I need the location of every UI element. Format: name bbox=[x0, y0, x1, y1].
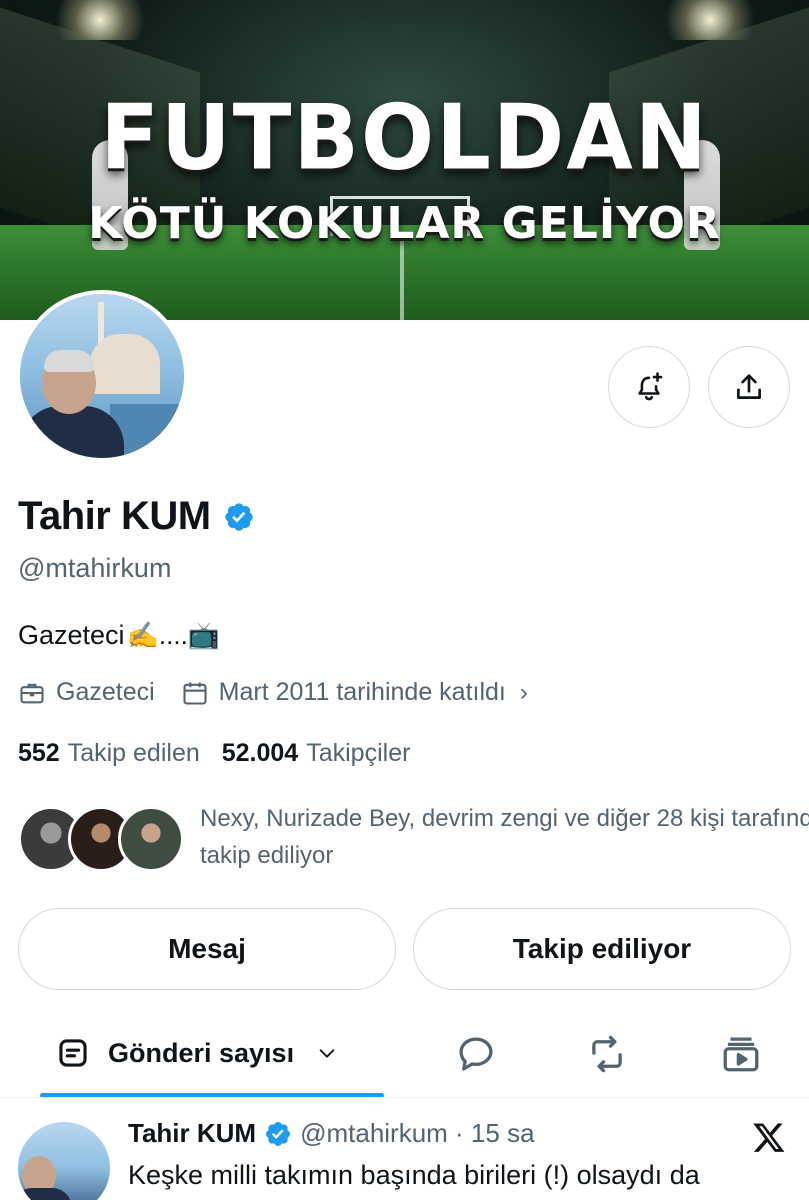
joined-date[interactable]: Mart 2011 tarihinde katıldı bbox=[219, 678, 506, 707]
bio-text: Gazeteci bbox=[18, 620, 125, 650]
followers-label: Takipçiler bbox=[306, 739, 411, 767]
verified-badge-icon[interactable] bbox=[223, 501, 255, 533]
post-handle-time: @mtahirkum · 15 sa bbox=[300, 1118, 535, 1148]
post-author[interactable]: Tahir KUM bbox=[128, 1118, 256, 1149]
message-button[interactable]: Mesaj bbox=[18, 908, 396, 990]
follow-counts: 552 Takip edilen 52.004 Takipçiler bbox=[18, 739, 410, 768]
post-item[interactable]: Tahir KUM @mtahirkum · 15 sa Keşke milli… bbox=[0, 1098, 809, 1200]
profession-label: Gazeteci bbox=[56, 678, 155, 706]
calendar-icon bbox=[183, 682, 207, 705]
profile-name-row: Tahir KUM bbox=[18, 494, 255, 539]
briefcase-icon bbox=[20, 683, 44, 703]
banner-title-line1: FUTBOLDAN bbox=[100, 85, 709, 191]
followers-count: 52.004 bbox=[221, 739, 299, 767]
followers-link[interactable]: 52.004 Takipçiler bbox=[222, 739, 411, 768]
repost-icon[interactable] bbox=[586, 1033, 628, 1075]
share-profile-button[interactable] bbox=[708, 346, 790, 428]
profile-name: Tahir KUM bbox=[18, 494, 211, 538]
followed-by-text: Nexy, Nurizade Bey, devrim zengi ve diğe… bbox=[200, 805, 809, 869]
avatar-hair bbox=[44, 350, 94, 372]
profile-bio: Gazeteci ✍️....📺 bbox=[18, 620, 220, 651]
post-avatar[interactable] bbox=[18, 1122, 110, 1200]
profile-meta: Gazeteci Mart 2011 tarihinde katıldı › bbox=[18, 678, 528, 707]
post-avatar-shirt bbox=[18, 1188, 72, 1200]
chevron-down-icon[interactable] bbox=[316, 1042, 338, 1064]
profile-banner[interactable]: FUTBOLDAN KÖTÜ KOKULAR GELİYOR bbox=[0, 0, 809, 320]
following-label: Takip edilen bbox=[67, 739, 200, 767]
tab-posts-label: Gönderi sayısı bbox=[108, 1037, 295, 1068]
avatar-shirt bbox=[20, 406, 124, 458]
profile-avatar[interactable] bbox=[16, 290, 188, 462]
posts-icon bbox=[59, 1039, 87, 1067]
media-icon[interactable] bbox=[720, 1033, 762, 1075]
x-logo-icon bbox=[753, 1123, 785, 1152]
banner-title-line2: KÖTÜ KOKULAR GELİYOR bbox=[88, 198, 721, 249]
reply-icon[interactable] bbox=[455, 1033, 497, 1075]
post-header: Tahir KUM @mtahirkum · 15 sa bbox=[128, 1118, 535, 1149]
bio-emoji: ✍️....📺 bbox=[126, 620, 221, 650]
following-link[interactable]: 552 Takip edilen bbox=[18, 739, 200, 768]
chevron-right-icon[interactable]: › bbox=[520, 679, 528, 707]
following-button[interactable]: Takip ediliyor bbox=[413, 908, 791, 990]
notify-button[interactable] bbox=[608, 346, 690, 428]
profile-handle: @mtahirkum bbox=[18, 553, 172, 583]
followed-by[interactable]: Nexy, Nurizade Bey, devrim zengi ve diğe… bbox=[18, 805, 809, 874]
verified-badge-icon bbox=[266, 1121, 291, 1146]
follower-avatar bbox=[118, 806, 184, 872]
avatar-person bbox=[20, 350, 124, 458]
profile-tabs: Gönderi sayısı bbox=[0, 1025, 809, 1097]
share-icon bbox=[737, 374, 761, 399]
bell-plus-icon bbox=[638, 372, 663, 401]
following-count: 552 bbox=[18, 739, 60, 767]
tab-posts[interactable]: Gönderi sayısı bbox=[56, 1025, 356, 1081]
post-text: Keşke milli takımın başında birileri (!)… bbox=[128, 1160, 700, 1190]
